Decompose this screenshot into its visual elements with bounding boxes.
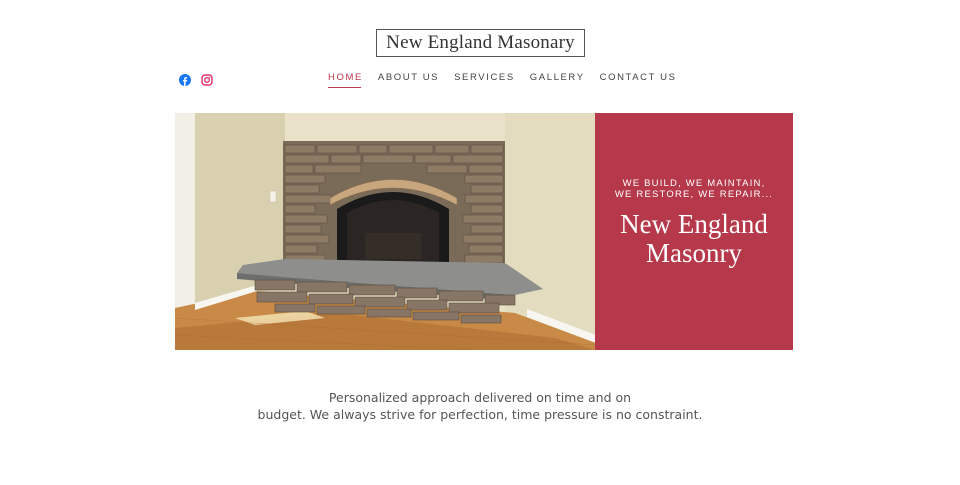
main-nav: HOME ABOUT US SERVICES GALLERY CONTACT U…: [328, 72, 692, 88]
nav-gallery[interactable]: GALLERY: [530, 72, 585, 88]
social-links: [179, 73, 213, 86]
instagram-icon: [201, 74, 213, 86]
nav-about-us[interactable]: ABOUT US: [378, 72, 439, 88]
hero-title: New England Masonry: [620, 208, 768, 268]
hero-banner: WE BUILD, WE MAINTAIN, WE RESTORE, WE RE…: [175, 113, 793, 350]
instagram-link[interactable]: [201, 73, 213, 86]
intro-line1: Personalized approach delivered on time …: [328, 390, 632, 405]
facebook-icon: [179, 74, 191, 86]
intro-text: Personalized approach delivered on time …: [0, 389, 960, 423]
hero-panel: WE BUILD, WE MAINTAIN, WE RESTORE, WE RE…: [595, 113, 793, 350]
site-logo[interactable]: New England Masonary: [376, 29, 585, 57]
hero-title-line2: Masonry: [646, 237, 742, 268]
hero-title-line1: New England: [620, 208, 768, 239]
nav-contact-us[interactable]: CONTACT US: [600, 72, 677, 88]
nav-services[interactable]: SERVICES: [454, 72, 515, 88]
nav-home[interactable]: HOME: [328, 72, 363, 88]
facebook-link[interactable]: [179, 73, 191, 86]
intro-line2: budget. We always strive for perfection,…: [257, 407, 703, 422]
fireplace-photo: [175, 113, 596, 350]
hero-tagline: WE BUILD, WE MAINTAIN, WE RESTORE, WE RE…: [614, 177, 774, 200]
